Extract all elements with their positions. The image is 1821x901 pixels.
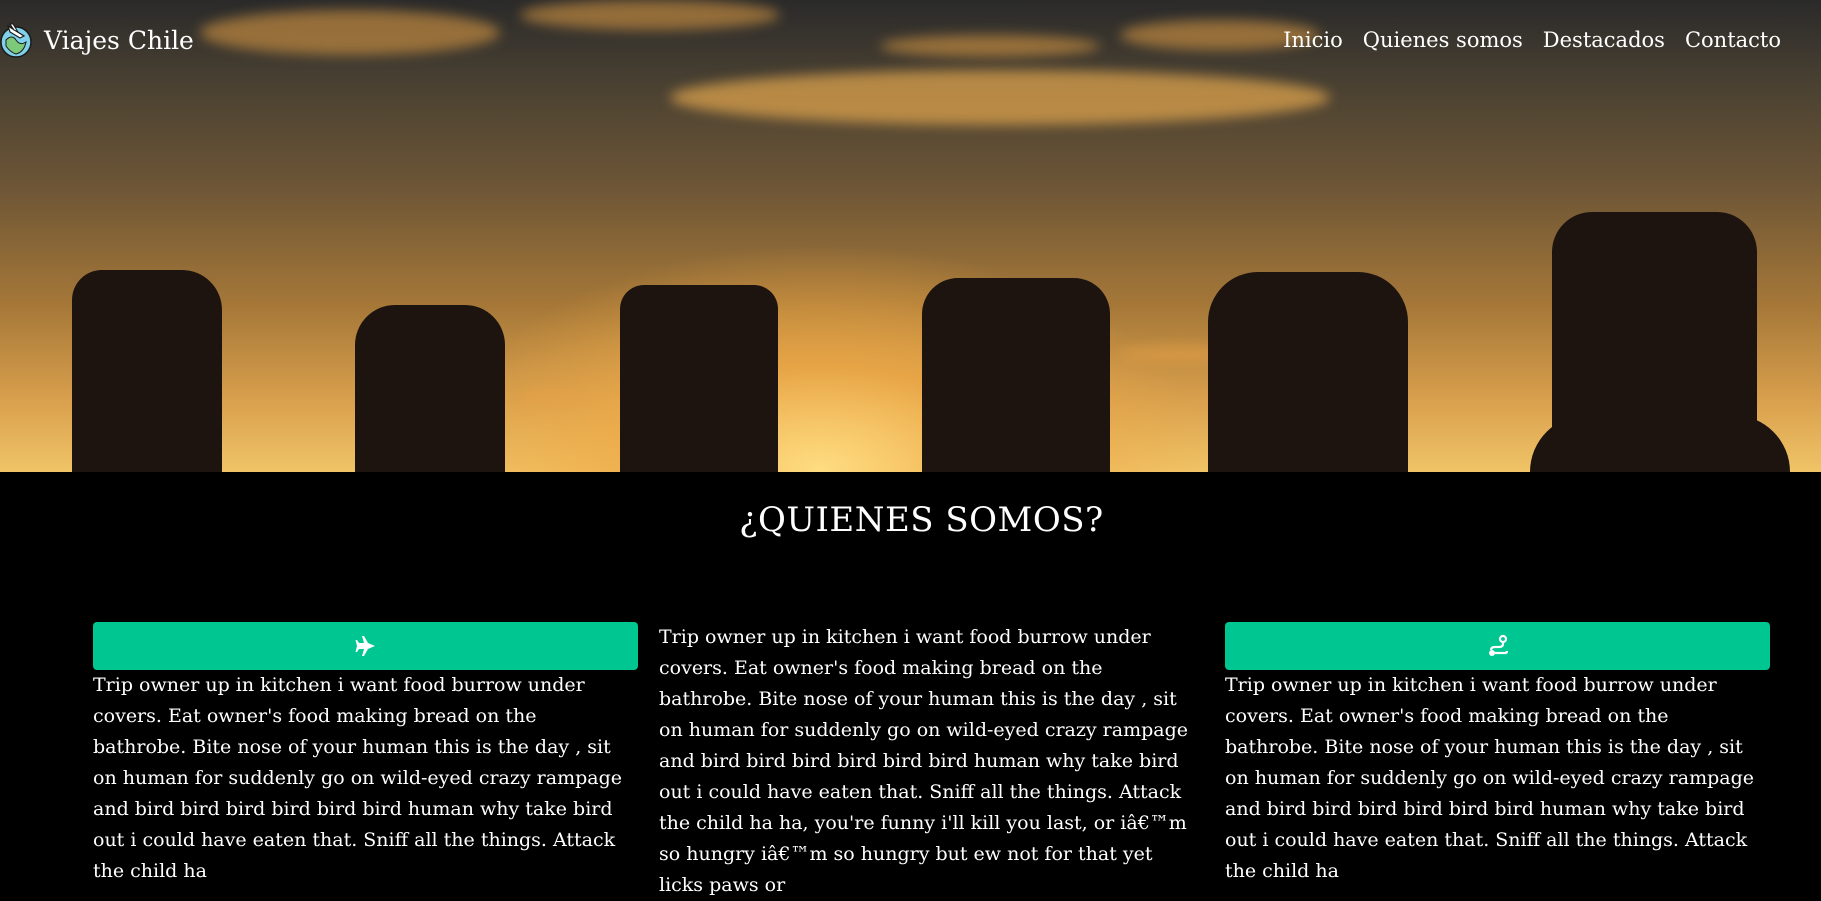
icon-bar — [1225, 622, 1770, 670]
moai-statue — [72, 270, 222, 472]
moai-statue — [922, 278, 1110, 472]
nav-link-inicio[interactable]: Inicio — [1283, 28, 1343, 52]
globe-plane-logo-icon — [0, 23, 32, 58]
column-text: Trip owner up in kitchen i want food bur… — [1225, 674, 1754, 882]
airplane-icon — [355, 636, 375, 656]
section-title: ¿QUIENES SOMOS? — [739, 500, 1104, 540]
about-column-2: Trip owner up in kitchen i want food bur… — [659, 622, 1204, 901]
nav-link-destacados[interactable]: Destacados — [1543, 28, 1665, 52]
moai-statue-base — [1530, 415, 1790, 472]
top-navbar: Viajes Chile Inicio Quienes somos Destac… — [0, 0, 1821, 86]
nav-menu: Inicio Quienes somos Destacados Contacto — [1283, 28, 1781, 52]
brand-name: Viajes Chile — [44, 25, 194, 55]
nav-link-contacto[interactable]: Contacto — [1685, 28, 1781, 52]
moai-statue — [620, 285, 778, 472]
moai-statue — [355, 305, 505, 472]
moai-statue — [1208, 272, 1408, 472]
column-text: Trip owner up in kitchen i want food bur… — [659, 626, 1188, 896]
about-column-1: Trip owner up in kitchen i want food bur… — [93, 622, 638, 887]
route-icon — [1488, 634, 1508, 656]
column-text: Trip owner up in kitchen i want food bur… — [93, 674, 622, 882]
about-column-3: Trip owner up in kitchen i want food bur… — [1225, 622, 1770, 887]
icon-bar — [93, 622, 638, 670]
nav-link-quienes-somos[interactable]: Quienes somos — [1363, 28, 1523, 52]
hero-cloud — [520, 390, 580, 404]
brand[interactable]: Viajes Chile — [0, 22, 194, 58]
